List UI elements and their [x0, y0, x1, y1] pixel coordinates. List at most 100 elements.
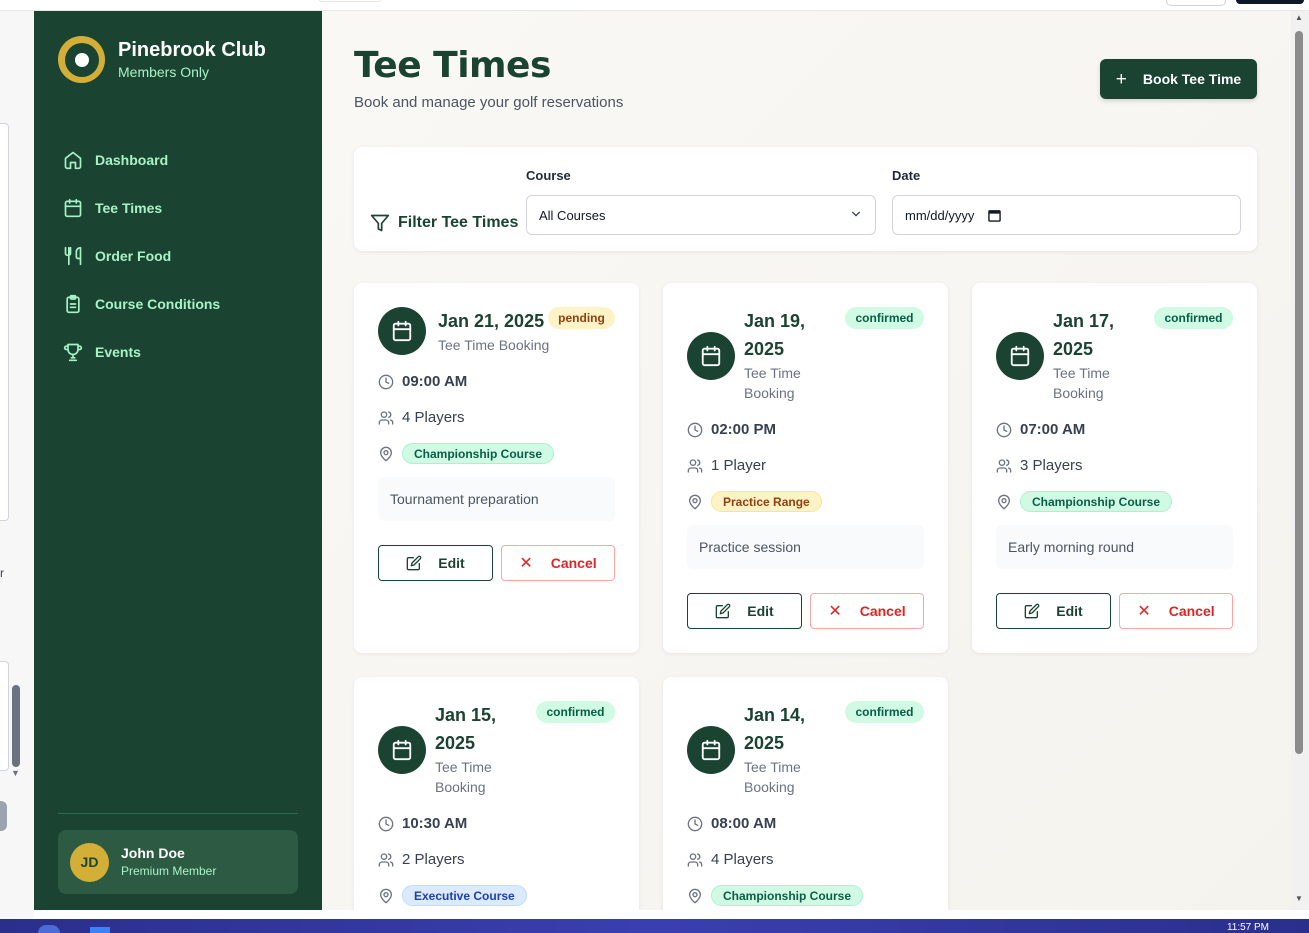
plus-icon: +	[1115, 68, 1127, 90]
status-badge: confirmed	[845, 307, 924, 329]
book-tee-time-label: Book Tee Time	[1142, 71, 1242, 87]
scroll-up-icon[interactable]: ▲	[1295, 13, 1303, 22]
course-chip: Championship Course	[1020, 491, 1173, 512]
status-badge: confirmed	[845, 701, 924, 723]
adjacent-button-fragment[interactable]	[0, 801, 7, 831]
sidebar-item-label: Dashboard	[95, 152, 169, 168]
users-icon	[378, 852, 394, 867]
booking-date: Jan 15,	[435, 705, 497, 725]
booking-time: 08:00 AM	[687, 815, 776, 832]
page-subtitle: Book and manage your golf reservations	[354, 94, 624, 111]
clock-icon	[378, 374, 394, 389]
booking-type: Tee Time	[744, 759, 801, 775]
edit-button[interactable]: Edit	[687, 593, 802, 629]
close-icon: ✕	[828, 603, 842, 620]
page-scrollbar[interactable]: ▲ ▼	[1291, 11, 1309, 910]
adjacent-scroll-arrow[interactable]: ▼	[11, 768, 20, 778]
taskbar-app-icon[interactable]	[90, 927, 110, 933]
course-select[interactable]: All Courses	[526, 195, 876, 235]
book-tee-time-button[interactable]: + Book Tee Time	[1100, 59, 1257, 99]
booking-date-year: 2025	[744, 733, 785, 753]
cancel-button[interactable]: ✕ Cancel	[1119, 593, 1233, 629]
booking-card: Jan 14, 2025 Tee Time Booking confirmed …	[663, 677, 948, 910]
booking-time-text: 09:00 AM	[402, 373, 468, 390]
booking-time: 09:00 AM	[378, 373, 467, 390]
sidebar-item-dashboard[interactable]: Dashboard	[58, 136, 298, 184]
browser-top-strip	[0, 0, 1309, 11]
taskbar-clock: 11:57 PM	[1226, 922, 1269, 933]
cancel-button[interactable]: ✕ Cancel	[810, 593, 924, 629]
booking-type-line2: Booking	[744, 385, 795, 401]
booking-players: 4 Players	[687, 851, 774, 868]
booking-type: Tee Time Booking	[438, 337, 550, 353]
trophy-icon	[63, 343, 83, 362]
booking-date: Jan 21, 2025	[438, 311, 545, 331]
browser-tab-fragment[interactable]	[318, 0, 382, 2]
filter-icon	[370, 214, 390, 232]
booking-time-text: 08:00 AM	[711, 815, 777, 832]
booking-players: 1 Player	[687, 457, 766, 474]
booking-time: 02:00 PM	[687, 421, 776, 438]
edit-icon	[406, 555, 422, 571]
booking-course: Executive Course	[378, 885, 527, 906]
filter-title-text: Filter Tee Times	[398, 214, 519, 231]
user-name: John Doe	[121, 845, 185, 861]
calendar-icon	[996, 332, 1044, 380]
sidebar-item-course-conditions[interactable]: Course Conditions	[58, 280, 298, 328]
adjacent-text-fragment: r	[0, 566, 4, 580]
home-icon	[64, 151, 82, 170]
date-field[interactable]: mm/dd/yyyy	[892, 195, 1241, 235]
sidebar-item-order-food[interactable]: Order Food	[58, 232, 298, 280]
booking-type-line2: Booking	[744, 779, 795, 795]
clipboard-icon	[66, 294, 80, 314]
sidebar-item-tee-times[interactable]: Tee Times	[58, 184, 298, 232]
scroll-down-icon[interactable]: ▼	[1295, 894, 1303, 903]
edit-icon	[715, 603, 731, 619]
edit-button[interactable]: Edit	[378, 545, 493, 581]
users-icon	[687, 458, 703, 473]
sidebar-item-events[interactable]: Events	[58, 328, 298, 376]
course-label: Course	[526, 168, 571, 183]
map-pin-icon	[688, 494, 702, 510]
booking-players-text: 4 Players	[711, 851, 774, 868]
booking-type-line2: Booking	[1053, 385, 1104, 401]
date-field-placeholder: mm/dd/yyyy	[905, 207, 975, 223]
scrollbar-thumb[interactable]	[1295, 31, 1303, 754]
cancel-label: Cancel	[1168, 603, 1215, 619]
date-picker-icon[interactable]	[988, 209, 1002, 222]
app-window: Pinebrook Club Members Only Dashboard Te…	[34, 11, 1291, 910]
course-chip: Championship Course	[402, 443, 555, 464]
avatar: JD	[70, 842, 109, 882]
edit-label: Edit	[1056, 603, 1083, 619]
edit-label: Edit	[438, 555, 465, 571]
course-chip: Championship Course	[711, 885, 864, 906]
calendar-icon	[64, 198, 82, 218]
booking-time: 07:00 AM	[996, 421, 1085, 438]
sidebar-nav: Dashboard Tee Times Order Food Course Co…	[58, 136, 298, 376]
user-role: Premium Member	[121, 864, 217, 878]
booking-players-text: 3 Players	[1020, 457, 1083, 474]
status-badge: pending	[548, 307, 615, 329]
browser-dark-button-fragment[interactable]	[1236, 0, 1304, 4]
booking-players: 2 Players	[378, 851, 465, 868]
cancel-button[interactable]: ✕ Cancel	[501, 545, 615, 581]
booking-course: Championship Course	[687, 885, 864, 906]
booking-card: Jan 21, 2025 Tee Time Booking pending 09…	[354, 283, 639, 653]
sidebar-item-label: Tee Times	[95, 200, 163, 216]
booking-type: Tee Time	[435, 759, 492, 775]
users-icon	[996, 458, 1012, 473]
calendar-icon	[378, 726, 426, 774]
club-logo-icon	[58, 36, 105, 83]
main-content: Tee Times Book and manage your golf rese…	[322, 11, 1291, 910]
adjacent-scroll-thumb[interactable]	[12, 685, 20, 767]
booking-date-year: 2025	[744, 339, 785, 359]
edit-button[interactable]: Edit	[996, 593, 1111, 629]
edit-icon	[1024, 603, 1040, 619]
booking-time-text: 02:00 PM	[711, 421, 777, 438]
browser-button-fragment[interactable]	[1166, 0, 1226, 6]
booking-players-text: 1 Player	[711, 457, 767, 474]
start-button-icon[interactable]	[38, 925, 60, 933]
user-card[interactable]: JD John Doe Premium Member	[58, 830, 298, 894]
sidebar: Pinebrook Club Members Only Dashboard Te…	[34, 11, 322, 910]
calendar-icon	[687, 332, 735, 380]
